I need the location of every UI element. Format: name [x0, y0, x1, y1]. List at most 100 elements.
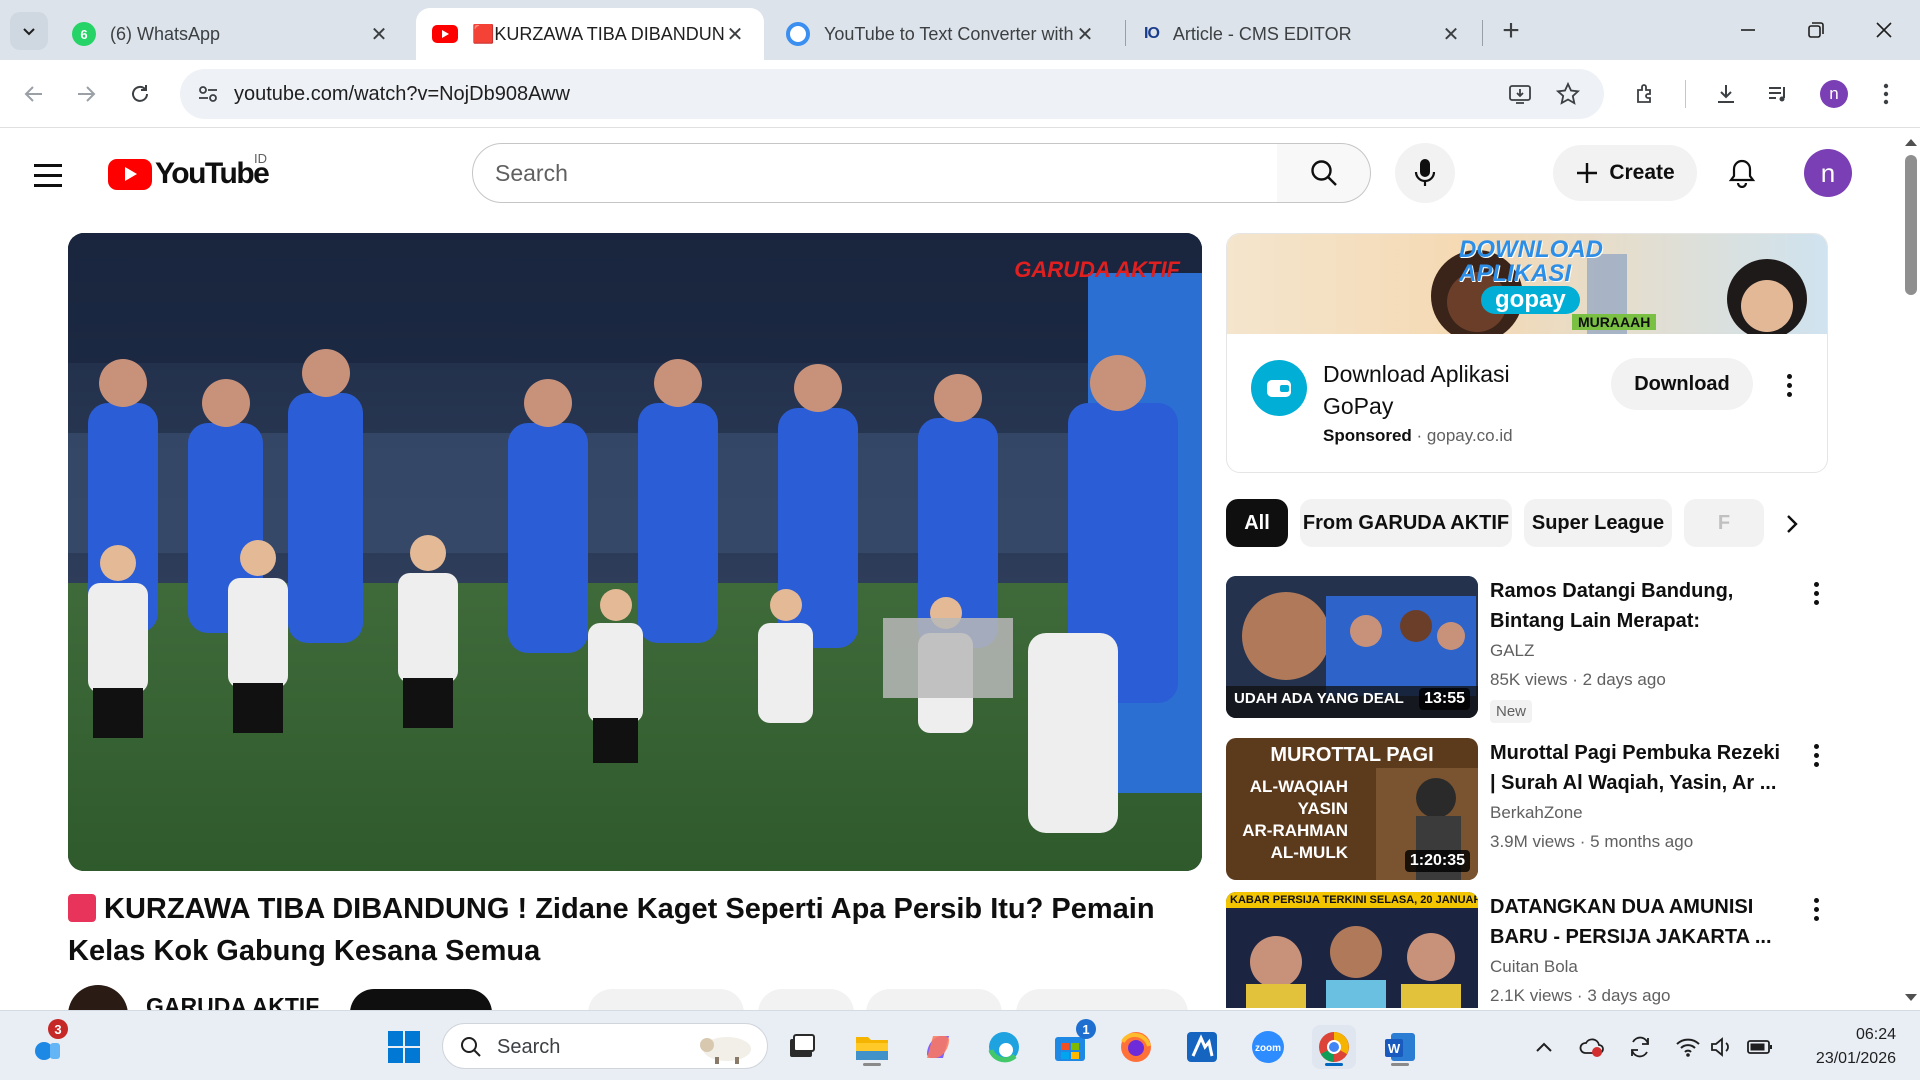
scroll-up-icon[interactable]	[1904, 137, 1918, 147]
show-hidden-icons-button[interactable]	[1530, 1033, 1558, 1061]
install-app-icon[interactable]	[1506, 80, 1534, 108]
ad-title[interactable]: Download Aplikasi GoPay	[1323, 358, 1563, 422]
chip-next-partial[interactable]: F	[1684, 499, 1764, 547]
tab-search-button[interactable]	[10, 12, 48, 50]
search-input[interactable]	[495, 158, 1255, 188]
firefox-button[interactable]	[1114, 1025, 1158, 1069]
close-window-button[interactable]	[1856, 10, 1912, 50]
video-title[interactable]: Murottal Pagi Pembuka Rezeki | Surah Al …	[1490, 738, 1790, 798]
scroll-down-icon[interactable]	[1904, 993, 1918, 1003]
onedrive-icon[interactable]	[1578, 1033, 1606, 1061]
ad-banner-image[interactable]: DOWNLOAD APLIKASI gopay MURAAAH	[1227, 234, 1827, 334]
more-options-icon[interactable]	[1810, 894, 1822, 924]
tab-youtube-video[interactable]: 🟥KURZAWA TIBA DIBANDUNG ✕	[416, 8, 764, 60]
channel-name[interactable]: GALZ	[1490, 641, 1534, 661]
ad-banner-line-2: APLIKASI	[1459, 260, 1572, 287]
reload-button[interactable]	[120, 74, 160, 114]
create-button[interactable]: Create	[1553, 145, 1697, 201]
search-icon	[461, 1037, 481, 1057]
close-icon[interactable]: ✕	[1440, 23, 1462, 46]
volume-icon[interactable]	[1708, 1033, 1736, 1061]
chip-super-league[interactable]: Super League	[1524, 499, 1672, 547]
channel-name[interactable]: BerkahZone	[1490, 803, 1583, 823]
url-text[interactable]: youtube.com/watch?v=NojDb908Aww	[234, 83, 570, 106]
video-meta: 3.9M views · 5 months ago	[1490, 832, 1694, 851]
battery-icon[interactable]	[1746, 1033, 1774, 1061]
more-options-icon[interactable]	[1810, 578, 1822, 608]
tab-whatsapp[interactable]: 6 (6) WhatsApp ✕	[56, 8, 408, 60]
more-options-icon[interactable]	[1810, 740, 1822, 770]
edge-button[interactable]	[982, 1025, 1026, 1069]
gopay-logo-icon[interactable]	[1251, 360, 1307, 416]
page-scrollbar[interactable]	[1900, 129, 1920, 1009]
search-box[interactable]	[472, 143, 1278, 203]
close-icon[interactable]: ✕	[724, 23, 746, 46]
video-thumbnail[interactable]: UDAH ADA YANG DEAL 13:55	[1226, 576, 1478, 718]
ad-domain: gopay.co.id	[1426, 426, 1513, 445]
ad-banner-line-1: DOWNLOAD	[1459, 236, 1603, 263]
extensions-icon[interactable]	[1628, 76, 1664, 112]
microsoft-store-button[interactable]: 1	[1048, 1019, 1096, 1069]
downloads-icon[interactable]	[1708, 76, 1744, 112]
chip-from-channel[interactable]: From GARUDA AKTIF	[1300, 499, 1512, 547]
site-info-icon[interactable]	[194, 80, 222, 108]
media-controls-icon[interactable]	[1760, 76, 1796, 112]
close-icon[interactable]: ✕	[1074, 23, 1096, 46]
thumbnail-heading: MUROTTAL PAGI	[1270, 744, 1434, 766]
system-clock[interactable]: 06:24 23/01/2026	[1800, 1023, 1896, 1071]
chips-next-button[interactable]	[1772, 504, 1812, 544]
back-button[interactable]	[14, 74, 54, 114]
restore-button[interactable]	[1788, 10, 1844, 50]
ad-meta: Sponsored · gopay.co.id	[1323, 426, 1513, 445]
channel-name[interactable]: Cuitan Bola	[1490, 957, 1578, 977]
guide-menu-icon[interactable]	[34, 155, 74, 195]
task-view-button[interactable]	[780, 1025, 824, 1069]
browser-menu-icon[interactable]	[1868, 76, 1904, 112]
browser-tab-strip: 6 (6) WhatsApp ✕ 🟥KURZAWA TIBA DIBANDUNG…	[0, 0, 1920, 60]
start-button[interactable]	[382, 1025, 426, 1069]
ad-download-button[interactable]: Download	[1611, 358, 1753, 410]
chrome-button[interactable]	[1312, 1025, 1356, 1069]
close-icon[interactable]: ✕	[368, 23, 390, 46]
forward-button[interactable]	[66, 74, 106, 114]
sponsored-ad-card[interactable]: DOWNLOAD APLIKASI gopay MURAAAH Download…	[1226, 233, 1828, 473]
copilot-button[interactable]	[916, 1025, 960, 1069]
zoom-button[interactable]: zoom	[1246, 1025, 1290, 1069]
wifi-icon[interactable]	[1674, 1033, 1702, 1061]
youtube-favicon-icon	[432, 25, 458, 43]
video-thumbnail[interactable]: KABAR PERSIJA TERKINI SELASA, 20 JANUARI…	[1226, 892, 1478, 1008]
account-avatar[interactable]: n	[1804, 149, 1852, 197]
notifications-button[interactable]	[1722, 153, 1762, 193]
list-item[interactable]: UDAH ADA YANG DEAL 13:55 Ramos Datangi B…	[1226, 576, 1826, 723]
video-thumbnail[interactable]: MUROTTAL PAGI AL-WAQIAH YASIN AR-RAHMAN …	[1226, 738, 1478, 880]
word-button[interactable]: W	[1378, 1025, 1422, 1069]
bookmark-star-icon[interactable]	[1554, 80, 1582, 108]
video-title[interactable]: Ramos Datangi Bandung, Bintang Lain Mera…	[1490, 576, 1790, 636]
address-bar[interactable]: youtube.com/watch?v=NojDb908Aww	[180, 69, 1604, 119]
browser-toolbar: youtube.com/watch?v=NojDb908Aww n	[0, 60, 1920, 128]
video-title[interactable]: DATANGKAN DUA AMUNISI BARU - PERSIJA JAK…	[1490, 892, 1790, 952]
widgets-badge: 3	[48, 1019, 68, 1039]
minimize-button[interactable]	[1720, 10, 1776, 50]
video-player[interactable]: GARUDA AKTIF	[68, 233, 1202, 871]
new-tab-button[interactable]: +	[1494, 14, 1528, 48]
view-count: 3.9M views	[1490, 832, 1576, 851]
sync-icon[interactable]	[1626, 1033, 1654, 1061]
list-item[interactable]: MUROTTAL PAGI AL-WAQIAH YASIN AR-RAHMAN …	[1226, 738, 1826, 880]
widgets-button[interactable]: 3	[26, 1019, 70, 1069]
search-button[interactable]	[1277, 143, 1371, 203]
ad-banner-headline: DOWNLOAD APLIKASI	[1459, 238, 1603, 286]
list-item[interactable]: KABAR PERSIJA TERKINI SELASA, 20 JANUARI…	[1226, 892, 1826, 1008]
chip-all[interactable]: All	[1226, 499, 1288, 547]
file-explorer-button[interactable]	[850, 1025, 894, 1069]
scrollbar-thumb[interactable]	[1905, 155, 1917, 295]
youtube-logo[interactable]: YouTube ID	[108, 151, 270, 191]
taskbar-search[interactable]: Search	[442, 1023, 768, 1069]
more-options-icon[interactable]	[1783, 370, 1795, 400]
browser-profile-avatar[interactable]: n	[1820, 80, 1848, 108]
store-badge: 1	[1076, 1019, 1096, 1039]
tab-cms-editor[interactable]: IO Article - CMS EDITOR ✕	[1128, 8, 1480, 60]
tab-youtube-to-text[interactable]: YouTube to Text Converter with ✕	[770, 8, 1114, 60]
app-launcher-button[interactable]	[1180, 1025, 1224, 1069]
voice-search-button[interactable]	[1395, 143, 1455, 203]
